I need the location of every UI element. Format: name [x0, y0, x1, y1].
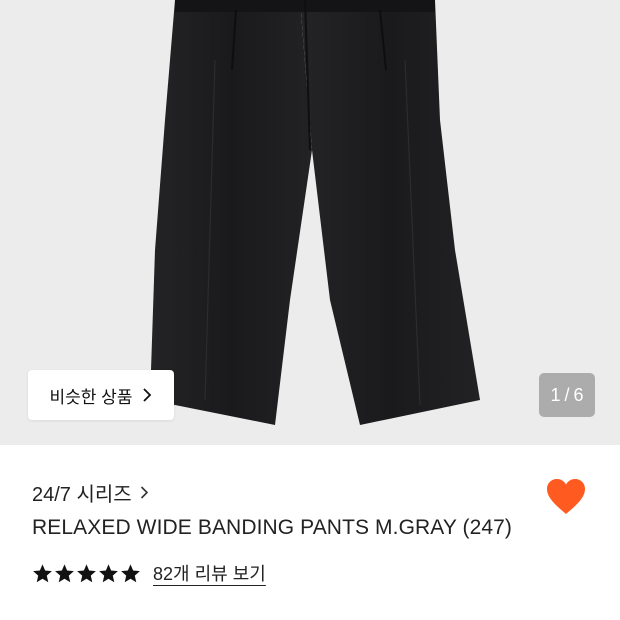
image-counter-total: 6 [573, 384, 584, 405]
image-counter-current: 1 [550, 384, 561, 405]
review-link[interactable]: 82개 리뷰 보기 [153, 560, 266, 586]
similar-products-button[interactable]: 비슷한 상품 [28, 370, 174, 420]
product-image-gallery[interactable]: 비슷한 상품 1 / 6 [0, 0, 620, 445]
chevron-right-icon [143, 388, 152, 402]
product-title: RELAXED WIDE BANDING PANTS M.GRAY (247) [32, 516, 512, 539]
series-label: 24/7 시리즈 [32, 483, 132, 506]
star-icon [77, 563, 96, 582]
star-icon [55, 563, 74, 582]
star-icon [33, 563, 52, 582]
image-counter: 1 / 6 [539, 373, 595, 417]
heart-icon[interactable] [546, 478, 586, 516]
chevron-right-icon [140, 485, 148, 499]
star-icon [121, 563, 140, 582]
rating-stars [32, 563, 141, 584]
series-link[interactable]: 24/7 시리즈 [32, 480, 149, 506]
similar-products-label: 비슷한 상품 [49, 387, 133, 407]
rating-row: 82개 리뷰 보기 [32, 560, 266, 586]
price-area-cropped [32, 612, 152, 620]
star-icon [99, 563, 118, 582]
image-counter-separator: / [564, 384, 570, 405]
